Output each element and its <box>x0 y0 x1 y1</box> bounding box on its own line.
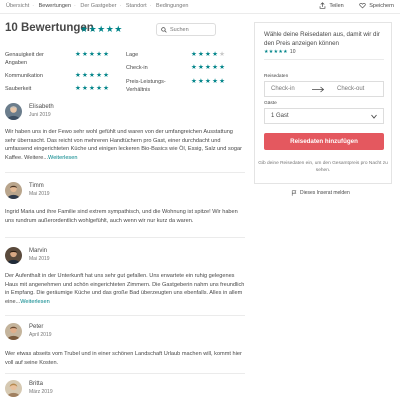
booking-rating: ★★★★★ 10 <box>264 49 295 55</box>
review-body: Ingrid Maria und ihre Familie sind extre… <box>5 209 238 224</box>
review-body: Wer etwas abseits vom Trubel und in eine… <box>5 351 242 366</box>
booking-note: Gib deine Reisedaten ein, um den Gesamtp… <box>258 161 388 173</box>
crumb-location[interactable]: Standort <box>126 3 147 9</box>
review-item: Elisabeth Juni 2019 Wir haben uns in der… <box>5 103 245 167</box>
rating-stars: ★★★★★ <box>75 85 111 92</box>
rating-label: Kommunikation <box>5 73 43 79</box>
read-more-link[interactable]: Weiterlesen <box>48 155 77 161</box>
crumb-reviews[interactable]: Bewertungen <box>39 3 71 9</box>
review-text: Der Aufenthalt in der Unterkunft hat uns… <box>5 272 245 307</box>
save-label: Speichern <box>369 2 394 9</box>
divider <box>264 59 384 60</box>
review-search[interactable] <box>156 23 216 36</box>
save-button[interactable]: Speichern <box>359 2 394 9</box>
guests-select[interactable]: 1 Gast <box>264 108 384 124</box>
search-input[interactable] <box>170 25 214 35</box>
review-item: Timm Mai 2019 Ingrid Maria und ihre Fami… <box>5 182 245 232</box>
header-actions: Teilen Speichern <box>305 2 394 11</box>
reviewer-name: Elisabeth <box>29 104 54 110</box>
crumb-overview[interactable]: Übersicht <box>6 3 29 9</box>
review-date: April 2019 <box>29 332 52 338</box>
review-date: März 2019 <box>29 389 53 395</box>
reviewer-name: Britta <box>29 381 44 387</box>
rating-label: Sauberkeit <box>5 86 32 92</box>
crumb-separator: · <box>74 3 76 9</box>
report-listing-link[interactable]: Dieses Inserat melden <box>291 190 350 196</box>
avatar[interactable] <box>5 380 22 397</box>
reviewer-name: Peter <box>29 324 44 330</box>
overall-rating-stars: ★★★★★ <box>80 24 123 34</box>
dates-label: Reisedaten <box>264 74 289 79</box>
rating-label: Check-in <box>126 65 148 71</box>
review-text: Wer etwas abseits vom Trubel und in eine… <box>5 350 245 367</box>
divider <box>5 237 245 238</box>
rating-label: Preis-Leistungs-Verhältnis <box>126 79 166 93</box>
crumb-separator: · <box>32 3 35 9</box>
review-text: Ingrid Maria und ihre Familie sind extre… <box>5 208 245 225</box>
flag-icon <box>291 190 297 196</box>
report-label: Dieses Inserat melden <box>300 190 350 196</box>
crumb-host[interactable]: Der Gastgeber <box>80 3 116 9</box>
review-count: 10 <box>289 49 296 55</box>
add-dates-button[interactable]: Reisedaten hinzufügen <box>264 133 384 150</box>
review-item: Peter April 2019 Wer etwas abseits vom T… <box>5 323 245 371</box>
rating-stars: ★★★★★ <box>191 51 227 58</box>
rating-stars: ★★★★★ <box>191 64 227 71</box>
breadcrumb: Übersicht · Bewertungen · Der Gastgeber · S… <box>6 3 188 9</box>
share-button[interactable]: Teilen <box>319 2 344 9</box>
read-more-link[interactable]: Weiterlesen <box>20 299 49 305</box>
chevron-down-icon <box>371 114 377 119</box>
avatar[interactable] <box>5 103 22 120</box>
review-item: Marvin Mai 2019 Der Aufenthalt in der Un… <box>5 247 245 311</box>
top-nav: Übersicht · Bewertungen · Der Gastgeber · S… <box>0 0 400 14</box>
avatar[interactable] <box>5 182 22 199</box>
share-label: Teilen <box>329 2 344 9</box>
checkout-field[interactable]: Check-out <box>337 86 364 92</box>
booking-title: Wähle deine Reisedaten aus, damit wir di… <box>264 31 380 47</box>
rating-label: Genauigkeit der Angaben <box>5 52 44 66</box>
review-body: Wir haben uns in der Fewo sehr wohl gefü… <box>5 129 242 162</box>
reviewer-name: Timm <box>29 183 44 189</box>
rating-stars: ★★★★★ <box>75 72 111 79</box>
crumb-separator: · <box>119 3 122 9</box>
heart-icon <box>359 2 366 9</box>
arrow-right-icon <box>312 86 325 93</box>
checkin-field[interactable]: Check-in <box>271 86 295 92</box>
review-item: Britta März 2019 <box>5 380 245 400</box>
review-date: Mai 2019 <box>29 256 50 262</box>
crumb-separator: · <box>149 3 152 9</box>
review-date: Mai 2019 <box>29 191 50 197</box>
rating-label: Lage <box>126 52 139 58</box>
divider <box>5 172 245 173</box>
divider <box>5 373 245 374</box>
rating-stars: ★★★★★ <box>75 51 111 58</box>
review-date: Juni 2019 <box>29 112 51 118</box>
date-range-picker[interactable]: Check-in Check-out <box>264 81 384 97</box>
guests-value: 1 Gast <box>271 113 289 119</box>
search-icon <box>161 27 167 33</box>
divider <box>5 315 245 316</box>
guests-label: Gäste <box>264 101 277 106</box>
share-icon <box>320 2 326 9</box>
crumb-terms[interactable]: Bedingungen <box>156 3 188 9</box>
avatar[interactable] <box>5 323 22 340</box>
reviewer-name: Marvin <box>29 248 48 254</box>
rating-stars: ★★★★★ <box>264 49 288 55</box>
rating-stars: ★★★★★ <box>191 78 227 85</box>
review-text: Wir haben uns in der Fewo sehr wohl gefü… <box>5 128 245 163</box>
avatar[interactable] <box>5 247 22 264</box>
